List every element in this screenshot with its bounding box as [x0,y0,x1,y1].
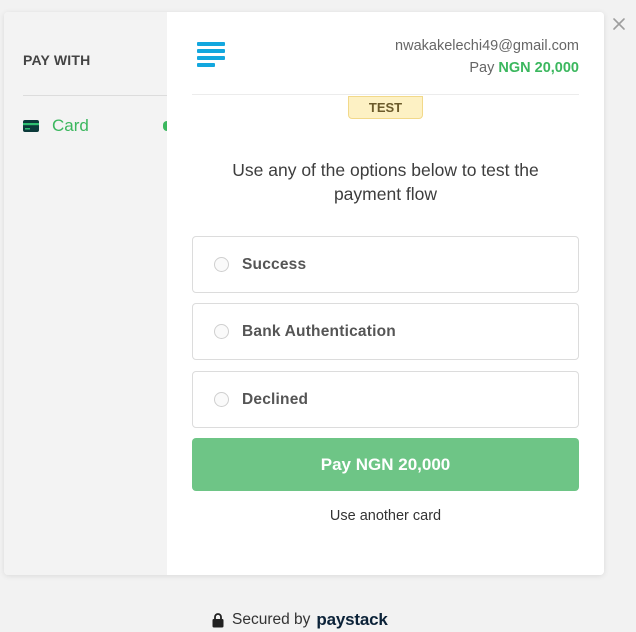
paystack-brand: paystack [316,610,388,629]
secured-by-footer: Secured by paystack [212,610,388,630]
radio-button[interactable] [214,257,229,272]
test-mode-badge: TEST [348,96,423,119]
option-label: Success [242,255,307,273]
header-divider [192,94,579,95]
payment-panel: nwakakelechi49@gmail.com Pay NGN 20,000 T… [167,12,604,575]
pay-label: Pay [469,60,495,76]
option-label: Bank Authentication [242,322,396,340]
option-declined[interactable]: Declined [192,371,579,428]
page: PAY WITH Card nwakakelechi49@gmail.com P… [0,0,636,632]
lock-icon [212,612,224,627]
option-success[interactable]: Success [192,236,579,293]
sidebar-title: PAY WITH [23,52,91,68]
radio-button[interactable] [214,392,229,407]
instructions-text: Use any of the options below to test the… [232,160,539,204]
close-icon[interactable] [609,14,629,34]
paystack-logo-icon [197,42,225,67]
option-label: Declined [242,390,309,408]
credit-card-icon [23,120,39,132]
pay-button[interactable]: Pay NGN 20,000 [192,438,579,491]
amount-value: NGN 20,000 [498,60,579,76]
amount-summary: Pay NGN 20,000 [469,60,579,76]
sidebar-item-card[interactable]: Card [23,114,171,138]
use-another-card-link[interactable]: Use another card [192,508,579,524]
checkout-modal: PAY WITH Card nwakakelechi49@gmail.com P… [4,12,604,575]
secured-by-text: Secured by [232,611,311,628]
customer-email: nwakakelechi49@gmail.com [395,38,579,54]
option-bank-authentication[interactable]: Bank Authentication [192,303,579,360]
payment-method-sidebar: PAY WITH Card [4,12,171,575]
sidebar-item-label: Card [52,116,89,135]
sidebar-divider [23,95,167,96]
radio-button[interactable] [214,324,229,339]
